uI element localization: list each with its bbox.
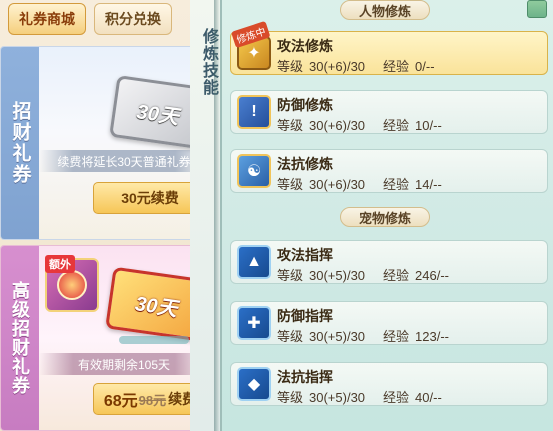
level-label: 等级 [277, 59, 304, 74]
level-value: 30(+6)/30 [309, 59, 366, 74]
skill-name: 攻法指挥 [277, 247, 333, 263]
skill-name: 法抗修炼 [277, 156, 333, 172]
ticket-text: 30天 [133, 292, 179, 321]
exp-value: 246/-- [415, 268, 450, 283]
coupon-card-basic: 招财礼券 30天 续费将延长30天普通礼券 30元续费 [0, 46, 210, 240]
skill-row[interactable]: ▲ 攻法指挥 等级 30(+5)/30 经验 246/-- [230, 240, 548, 284]
card-side-label: 高级招财礼券 [1, 246, 39, 430]
level-value: 30(+5)/30 [309, 268, 366, 283]
validity-note: 有效期剩余105天 [39, 353, 209, 375]
exp-label: 经验 [383, 390, 410, 405]
ticket-text: 30天 [135, 100, 181, 129]
exp-label: 经验 [383, 177, 410, 192]
exp-label: 经验 [383, 118, 410, 133]
exp-value: 0/-- [415, 59, 435, 74]
skill-row[interactable]: ✚ 防御指挥 等级 30(+5)/30 经验 123/-- [230, 301, 548, 345]
skill-row[interactable]: ! 防御修炼 等级 30(+6)/30 经验 10/-- [230, 90, 548, 134]
panel-edge [214, 0, 220, 431]
skill-row[interactable]: ☯ 法抗修炼 等级 30(+6)/30 经验 14/-- [230, 149, 548, 193]
pet-defense-icon: ✚ [237, 306, 271, 340]
skill-name: 防御指挥 [277, 308, 333, 324]
exp-value: 123/-- [415, 329, 450, 344]
skill-row[interactable]: ◆ 法抗指挥 等级 30(+5)/30 经验 40/-- [230, 362, 548, 406]
level-value: 30(+6)/30 [309, 177, 366, 192]
resist-shield-icon: ☯ [237, 154, 271, 188]
exp-label: 经验 [383, 59, 410, 74]
level-label: 等级 [277, 329, 304, 344]
exp-value: 10/-- [415, 118, 442, 133]
edit-icon[interactable] [527, 0, 547, 18]
skill-row[interactable]: ✦ 修炼中 攻法修炼 等级 30(+6)/30 经验 0/-- [230, 20, 548, 75]
exp-label: 经验 [383, 329, 410, 344]
skill-stats: 等级 30(+6)/30 经验 0/-- [277, 56, 435, 75]
level-label: 等级 [277, 390, 304, 405]
section-character-training: 人物修炼 [340, 0, 430, 20]
level-label: 等级 [277, 118, 304, 133]
price-current: 68元 [103, 393, 138, 410]
coupon-card-premium: 高级招财礼券 额外 30天 有效期剩余105天 68元 98元 续费 [0, 245, 210, 431]
gift-emblem-icon [57, 270, 87, 300]
skill-stats: 等级 30(+6)/30 经验 14/-- [277, 174, 442, 193]
pet-attack-icon: ▲ [237, 245, 271, 279]
ribbon-decoration [119, 336, 189, 344]
pet-resist-icon: ◆ [237, 367, 271, 401]
card-title: 高级招财礼券 [10, 281, 30, 395]
skill-name: 法抗指挥 [277, 369, 333, 385]
skill-stats: 等级 30(+6)/30 经验 10/-- [277, 115, 442, 134]
skill-stats: 等级 30(+5)/30 经验 246/-- [277, 265, 449, 284]
exp-label: 经验 [383, 268, 410, 283]
card-title: 招财礼券 [9, 101, 31, 185]
skill-stats: 等级 30(+5)/30 经验 123/-- [277, 326, 449, 345]
exp-value: 40/-- [415, 390, 442, 405]
tab-points-exchange[interactable]: 积分兑换 [94, 3, 172, 35]
coupon-shop-panel: 礼券商城 积分兑换 招财礼券 30天 续费将延长30天普通礼券 30元续费 高级… [0, 0, 212, 431]
skill-name: 攻法修炼 [277, 38, 333, 54]
level-label: 等级 [277, 268, 304, 283]
card-side-label: 招财礼券 [1, 47, 39, 239]
price-original: 98元 [138, 392, 167, 408]
exp-value: 14/-- [415, 177, 442, 192]
level-value: 30(+5)/30 [309, 329, 366, 344]
level-label: 等级 [277, 177, 304, 192]
coupon-note: 续费将延长30天普通礼券 [39, 150, 209, 172]
level-value: 30(+6)/30 [309, 118, 366, 133]
extra-badge: 额外 [45, 255, 75, 273]
level-value: 30(+5)/30 [309, 390, 366, 405]
section-pet-training: 宠物修炼 [340, 207, 430, 227]
defense-shield-icon: ! [237, 95, 271, 129]
skill-stats: 等级 30(+5)/30 经验 40/-- [277, 387, 442, 406]
tab-coupon-shop[interactable]: 礼券商城 [8, 3, 86, 35]
skill-name: 防御修炼 [277, 97, 333, 113]
